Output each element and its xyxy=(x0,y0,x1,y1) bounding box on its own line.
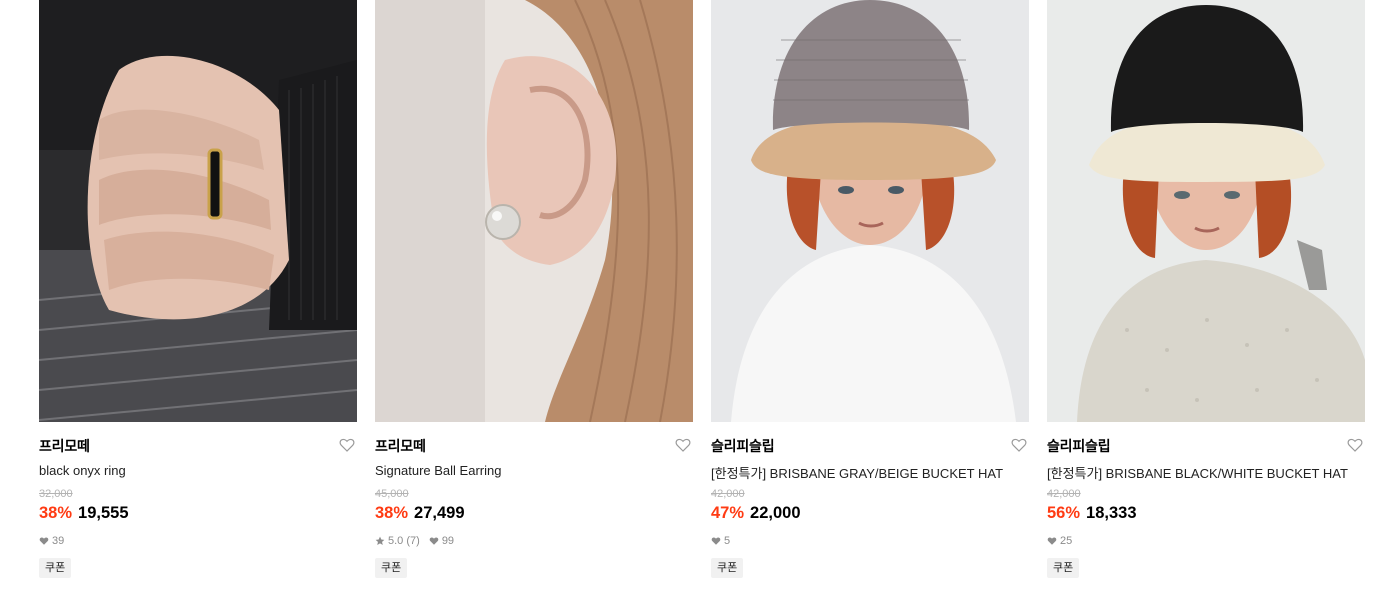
rating-score: 5.0 xyxy=(388,535,404,547)
discount-rate: 38% xyxy=(39,504,73,522)
sale-price: 22,000 xyxy=(750,504,801,522)
like-count: 39 xyxy=(52,535,65,547)
brand-name[interactable]: 슬리피슬립 xyxy=(711,436,775,456)
coupon-badge: 쿠폰 xyxy=(375,558,408,578)
product-card[interactable]: 슬리피슬립 [한정특가] BRISBANE GRAY/BEIGE BUCKET … xyxy=(711,0,1029,578)
product-name[interactable]: [한정특가] BRISBANE GRAY/BEIGE BUCKET HAT xyxy=(711,463,1003,482)
review-count: (7) xyxy=(406,535,420,547)
like-count-group: 5 xyxy=(711,535,730,547)
like-count-group: 25 xyxy=(1047,535,1072,547)
sale-price-row: 56% 18,333 xyxy=(1047,504,1137,523)
original-price: 32,000 xyxy=(39,488,73,500)
product-card[interactable]: 프리모떼 Signature Ball Earring 45,000 38% 27… xyxy=(375,0,693,578)
small-heart-icon xyxy=(1047,537,1057,545)
original-price: 42,000 xyxy=(1047,488,1081,500)
small-heart-icon xyxy=(711,537,721,545)
brand-name[interactable]: 프리모떼 xyxy=(375,436,426,456)
product-name[interactable]: black onyx ring xyxy=(39,463,126,478)
product-grid: 프리모떼 black onyx ring 32,000 38% 19,555 39… xyxy=(0,0,1374,592)
small-heart-icon xyxy=(39,537,49,545)
sale-price-row: 47% 22,000 xyxy=(711,504,801,523)
product-name[interactable]: [한정특가] BRISBANE BLACK/WHITE BUCKET HAT xyxy=(1047,463,1348,482)
like-count: 5 xyxy=(724,535,731,547)
sale-price-row: 38% 27,499 xyxy=(375,504,465,523)
sale-price: 19,555 xyxy=(78,504,129,522)
brand-name[interactable]: 슬리피슬립 xyxy=(1047,436,1111,456)
coupon-badge: 쿠폰 xyxy=(711,558,744,578)
heart-icon[interactable] xyxy=(1011,437,1027,453)
sale-price: 18,333 xyxy=(1086,504,1137,522)
original-price: 45,000 xyxy=(375,488,409,500)
product-card[interactable]: 프리모떼 black onyx ring 32,000 38% 19,555 39… xyxy=(39,0,357,578)
product-meta: 5.0 (7) 99 xyxy=(375,535,463,547)
small-heart-icon xyxy=(429,537,439,545)
heart-icon[interactable] xyxy=(675,437,691,453)
sale-price-row: 38% 19,555 xyxy=(39,504,129,523)
heart-icon[interactable] xyxy=(1347,437,1363,453)
product-name[interactable]: Signature Ball Earring xyxy=(375,463,501,478)
discount-rate: 56% xyxy=(1047,504,1081,522)
product-card[interactable]: 슬리피슬립 [한정특가] BRISBANE BLACK/WHITE BUCKET… xyxy=(1047,0,1365,578)
product-image[interactable] xyxy=(39,0,357,422)
product-meta: 25 xyxy=(1047,535,1081,547)
original-price: 42,000 xyxy=(711,488,745,500)
discount-rate: 47% xyxy=(711,504,745,522)
rating-group: 5.0 (7) xyxy=(375,535,420,547)
product-image[interactable] xyxy=(375,0,693,422)
brand-name[interactable]: 프리모떼 xyxy=(39,436,90,456)
product-image[interactable] xyxy=(1047,0,1365,422)
like-count-group: 99 xyxy=(429,535,454,547)
product-image[interactable] xyxy=(711,0,1029,422)
star-icon xyxy=(375,536,385,545)
discount-rate: 38% xyxy=(375,504,409,522)
like-count: 25 xyxy=(1060,535,1073,547)
product-meta: 5 xyxy=(711,535,739,547)
product-meta: 39 xyxy=(39,535,73,547)
coupon-badge: 쿠폰 xyxy=(39,558,72,578)
heart-icon[interactable] xyxy=(339,437,355,453)
coupon-badge: 쿠폰 xyxy=(1047,558,1080,578)
like-count: 99 xyxy=(441,535,455,547)
like-count-group: 39 xyxy=(39,535,64,547)
sale-price: 27,499 xyxy=(414,504,465,522)
